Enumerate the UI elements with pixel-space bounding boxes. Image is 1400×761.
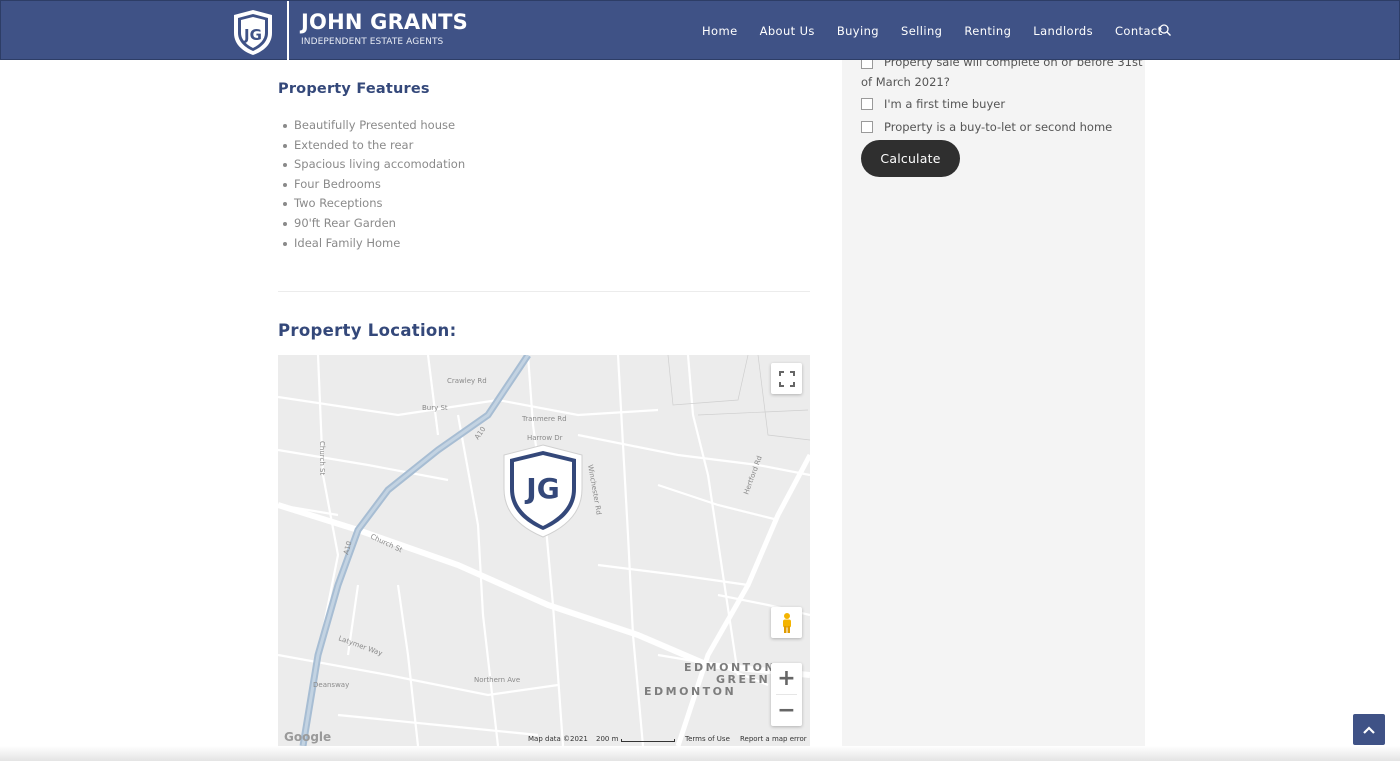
map-area-label: EDMONTON xyxy=(644,685,737,698)
map-scale-text: 200 m xyxy=(596,735,619,743)
property-map[interactable]: A10 A10 Church St Church St Hertford Rd … xyxy=(278,355,810,746)
zoom-in-button[interactable]: + xyxy=(771,663,802,694)
logo-shield-icon[interactable]: JG xyxy=(232,9,274,56)
logo-initials: JG xyxy=(243,26,262,44)
features-heading: Property Features xyxy=(278,81,430,97)
logo-divider xyxy=(287,1,289,61)
map-label-road: Deansway xyxy=(313,681,349,689)
nav-home[interactable]: Home xyxy=(691,24,749,38)
back-to-top-button[interactable] xyxy=(1353,714,1385,745)
zoom-out-button[interactable]: − xyxy=(771,695,802,726)
brand-name[interactable]: JOHN GRANTS xyxy=(301,10,468,34)
map-label-road: Harrow Dr xyxy=(527,434,563,442)
map-label-road: Bury St xyxy=(422,404,448,412)
map-scale-bar xyxy=(621,739,675,742)
nav-landlords[interactable]: Landlords xyxy=(1022,24,1104,38)
site-header: JG JOHN GRANTS INDEPENDENT ESTATE AGENTS… xyxy=(0,0,1400,61)
map-data-text: Map data ©2021 xyxy=(528,735,588,743)
nav-about-us[interactable]: About Us xyxy=(749,24,826,38)
checkbox-buy-to-let[interactable] xyxy=(861,121,873,133)
search-icon[interactable] xyxy=(1158,23,1172,37)
marker-initials: JG xyxy=(524,472,559,505)
map-label-road: Church St xyxy=(318,441,326,475)
pegman-icon xyxy=(782,612,791,633)
sidebar-panel xyxy=(842,0,1145,761)
list-item: Two Receptions xyxy=(282,194,465,214)
list-item: Four Bedrooms xyxy=(282,175,465,195)
map-label-road: Northern Ave xyxy=(474,676,520,684)
location-heading: Property Location: xyxy=(278,321,457,340)
map-footer: Map data ©2021 200 m Terms of Use Report… xyxy=(278,732,810,746)
map-label-road: Winchester Rd xyxy=(586,464,603,515)
list-item: Extended to the rear xyxy=(282,136,465,156)
map-marker-icon[interactable]: JG xyxy=(500,443,586,539)
map-label-road: Tranmere Rd xyxy=(521,415,567,423)
checkbox-label: of March 2021? xyxy=(861,75,950,89)
calculate-button[interactable]: Calculate xyxy=(861,140,960,177)
report-error-link[interactable]: Report a map error xyxy=(740,735,807,743)
brand-tagline: INDEPENDENT ESTATE AGENTS xyxy=(301,37,444,47)
fullscreen-button[interactable] xyxy=(771,363,802,394)
page-bottom-shade xyxy=(0,746,1400,761)
nav-buying[interactable]: Buying xyxy=(826,24,890,38)
terms-link[interactable]: Terms of Use xyxy=(685,735,730,743)
checkbox-first-time-buyer[interactable] xyxy=(861,98,873,110)
fullscreen-icon xyxy=(778,370,795,387)
nav-renting[interactable]: Renting xyxy=(953,24,1022,38)
list-item: Spacious living accomodation xyxy=(282,155,465,175)
map-label-road: Hertford Rd xyxy=(742,455,763,496)
list-item: 90'ft Rear Garden xyxy=(282,214,465,234)
list-item: Beautifully Presented house xyxy=(282,116,465,136)
section-divider xyxy=(278,291,810,292)
checkbox-label: I'm a first time buyer xyxy=(884,97,1006,111)
zoom-control: + − xyxy=(771,663,802,726)
features-list: Beautifully Presented house Extended to … xyxy=(282,116,465,254)
street-view-pegman[interactable] xyxy=(771,607,802,638)
map-label-road: Latymer Way xyxy=(337,634,383,657)
main-nav: Home About Us Buying Selling Renting Lan… xyxy=(691,1,1174,61)
checkbox-label: Property is a buy-to-let or second home xyxy=(884,120,1113,134)
nav-selling[interactable]: Selling xyxy=(890,24,953,38)
list-item: Ideal Family Home xyxy=(282,234,465,254)
chevron-up-icon xyxy=(1363,725,1375,734)
map-label-road: Crawley Rd xyxy=(447,377,487,385)
